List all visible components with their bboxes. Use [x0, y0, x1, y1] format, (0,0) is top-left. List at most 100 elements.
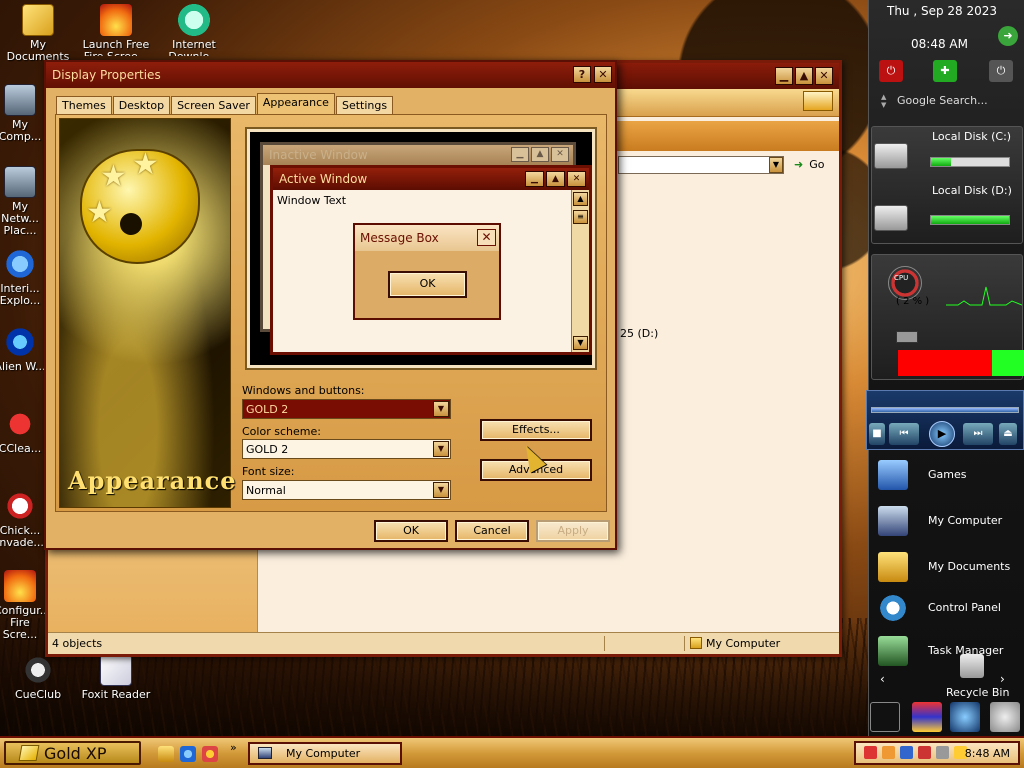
- sidebar-item-games[interactable]: Games: [870, 456, 1020, 496]
- desktop-icon-cueclub[interactable]: CueClub: [0, 654, 78, 701]
- media-play-icon[interactable]: ▶: [929, 421, 955, 447]
- tab-strip: Themes Desktop Screen Saver Appearance S…: [56, 93, 394, 114]
- disk-gadget: Local Disk (C:) Local Disk (D:): [871, 126, 1023, 244]
- desktop-icon-alien[interactable]: Alien W...: [0, 326, 46, 373]
- star-icon: ★: [100, 159, 127, 194]
- logoff-icon[interactable]: ⏻: [989, 60, 1013, 82]
- scroll-up-icon: ▲: [573, 192, 588, 206]
- google-search-input[interactable]: ▲ ▼ Google Search...: [873, 90, 1023, 112]
- taskbar-item-my-computer[interactable]: My Computer: [248, 742, 402, 765]
- security-shield-icon[interactable]: [912, 702, 942, 732]
- sidebar-date: Thu , Sep 28 2023: [887, 4, 998, 18]
- sidebar-right-arrow-icon[interactable]: ›: [1000, 672, 1005, 686]
- preview-ok-button: OK: [388, 271, 467, 298]
- sidebar-time: 08:48 AM: [911, 37, 968, 51]
- quicklaunch-folder-icon[interactable]: [158, 746, 174, 762]
- tab-screen-saver[interactable]: Screen Saver: [171, 96, 256, 114]
- desktop-icon-my-documents[interactable]: My Documents: [0, 4, 78, 63]
- network-globe-icon[interactable]: [950, 702, 980, 732]
- sidebar-item-my-computer[interactable]: My Computer: [870, 502, 1020, 542]
- close-icon: ✕: [477, 229, 496, 246]
- font-size-label: Font size:: [242, 465, 295, 478]
- restart-icon[interactable]: ✚: [933, 60, 957, 82]
- sidebar-item-control-panel[interactable]: Control Panel: [870, 589, 1020, 629]
- desktop-icon-my-computer[interactable]: My Comp...: [0, 84, 46, 143]
- media-stop-icon[interactable]: ■: [869, 423, 885, 445]
- close-icon: ✕: [567, 171, 586, 187]
- sidebar-item-recycle-bin[interactable]: Recycle Bin: [940, 654, 1020, 699]
- cpu-graph: [946, 286, 1022, 306]
- desktop-icon-launch-free-fire[interactable]: Launch Free Fire Scree...: [76, 4, 156, 56]
- windows-buttons-select[interactable]: GOLD 2 ▼: [242, 399, 451, 419]
- desktop-icon-internet-download[interactable]: Internet Downlo...: [154, 4, 234, 56]
- tray-network-icon[interactable]: [936, 746, 949, 759]
- speaker-icon[interactable]: [990, 702, 1020, 732]
- desktop-icon-my-network-places[interactable]: My Netw... Plac...: [0, 166, 46, 237]
- status-divider: [684, 636, 685, 651]
- address-dropdown-icon[interactable]: ▼: [769, 157, 783, 173]
- desktop-icon-configure-fire-screensaver[interactable]: Configur... Fire Scre...: [0, 570, 46, 641]
- cpu-gauge: [888, 266, 922, 300]
- quicklaunch-ie-icon[interactable]: [180, 746, 196, 762]
- scroll-down-icon: ▼: [573, 336, 588, 350]
- display-properties-dialog[interactable]: Display Properties ? ✕ Themes Desktop Sc…: [44, 60, 617, 550]
- tab-settings[interactable]: Settings: [335, 96, 394, 114]
- quicklaunch-firefox-icon[interactable]: [202, 746, 218, 762]
- media-eject-icon[interactable]: ⏏: [999, 423, 1017, 445]
- taskbar-clock[interactable]: 8:48 AM: [965, 747, 1010, 760]
- star-icon: ★: [86, 195, 113, 230]
- media-next-icon[interactable]: ⏭: [963, 423, 993, 445]
- desktop-icon-foxit-reader[interactable]: Foxit Reader: [76, 654, 156, 701]
- preview-message-box: Message Box ✕ OK: [353, 223, 501, 320]
- fire-icon: [4, 570, 36, 602]
- desktop-icon-chicken-invaders[interactable]: Chick... Invade...: [0, 490, 46, 549]
- cancel-button[interactable]: Cancel: [455, 520, 529, 542]
- appearance-preview: Inactive Window ▁ ▲ ✕ Active Window ▁ ▲ …: [245, 127, 597, 370]
- dialog-title[interactable]: Display Properties: [46, 62, 615, 88]
- fire-icon: [100, 4, 132, 36]
- my-computer-icon: [690, 637, 702, 649]
- tray-security-icon[interactable]: [918, 746, 931, 759]
- tab-appearance[interactable]: Appearance: [256, 93, 335, 114]
- folder-icon: [878, 552, 908, 582]
- go-button[interactable]: ➜ Go: [790, 156, 836, 174]
- address-input[interactable]: [618, 156, 784, 174]
- tray-app-icon[interactable]: [882, 746, 895, 759]
- disk-c-usage-bar: [930, 157, 1010, 167]
- help-button[interactable]: ?: [573, 66, 591, 83]
- command-prompt-icon[interactable]: [870, 702, 900, 732]
- media-previous-icon[interactable]: ⏮: [889, 423, 919, 445]
- font-size-select[interactable]: Normal ▼: [242, 480, 451, 500]
- close-icon[interactable]: ✕: [815, 67, 833, 85]
- sidebar-item-my-documents[interactable]: My Documents: [870, 548, 1020, 588]
- color-scheme-select[interactable]: GOLD 2 ▼: [242, 439, 451, 459]
- desktop-icon-ccleaner[interactable]: CClea...: [0, 408, 46, 455]
- sidebar-left-arrow-icon[interactable]: ‹: [880, 672, 885, 686]
- effects-button[interactable]: Effects...: [480, 419, 592, 441]
- computer-icon: [878, 506, 908, 536]
- start-button[interactable]: Gold XP: [4, 741, 141, 765]
- sidebar-go-icon[interactable]: ➜: [998, 26, 1018, 46]
- status-location: My Computer: [706, 637, 781, 650]
- appearance-artwork: ★ ★ ★ Appearance: [59, 118, 236, 508]
- media-seek-bar[interactable]: [871, 407, 1019, 413]
- control-panel-icon: [878, 593, 908, 623]
- tab-desktop[interactable]: Desktop: [112, 96, 171, 114]
- disk-c-label: Local Disk (C:): [932, 130, 1012, 143]
- desktop-icon-internet-explorer[interactable]: Interi... Explo...: [0, 248, 46, 307]
- tray-app-icon[interactable]: [864, 746, 877, 759]
- apply-button[interactable]: Apply: [536, 520, 610, 542]
- maximize-icon[interactable]: ▲: [795, 67, 813, 85]
- tray-shield-icon[interactable]: [900, 746, 913, 759]
- disk-d-usage-bar: [930, 215, 1010, 225]
- power-icon[interactable]: ⏻: [879, 60, 903, 82]
- tab-themes[interactable]: Themes: [56, 96, 112, 114]
- drive-item[interactable]: 25 (D:): [620, 327, 658, 340]
- minimize-icon[interactable]: ▁: [775, 67, 793, 85]
- alien-icon: [4, 326, 36, 358]
- hard-disk-icon: [874, 143, 908, 169]
- folder-icon: [22, 4, 54, 36]
- close-button[interactable]: ✕: [594, 66, 612, 83]
- quicklaunch-overflow[interactable]: »: [230, 741, 237, 754]
- ok-button[interactable]: OK: [374, 520, 448, 542]
